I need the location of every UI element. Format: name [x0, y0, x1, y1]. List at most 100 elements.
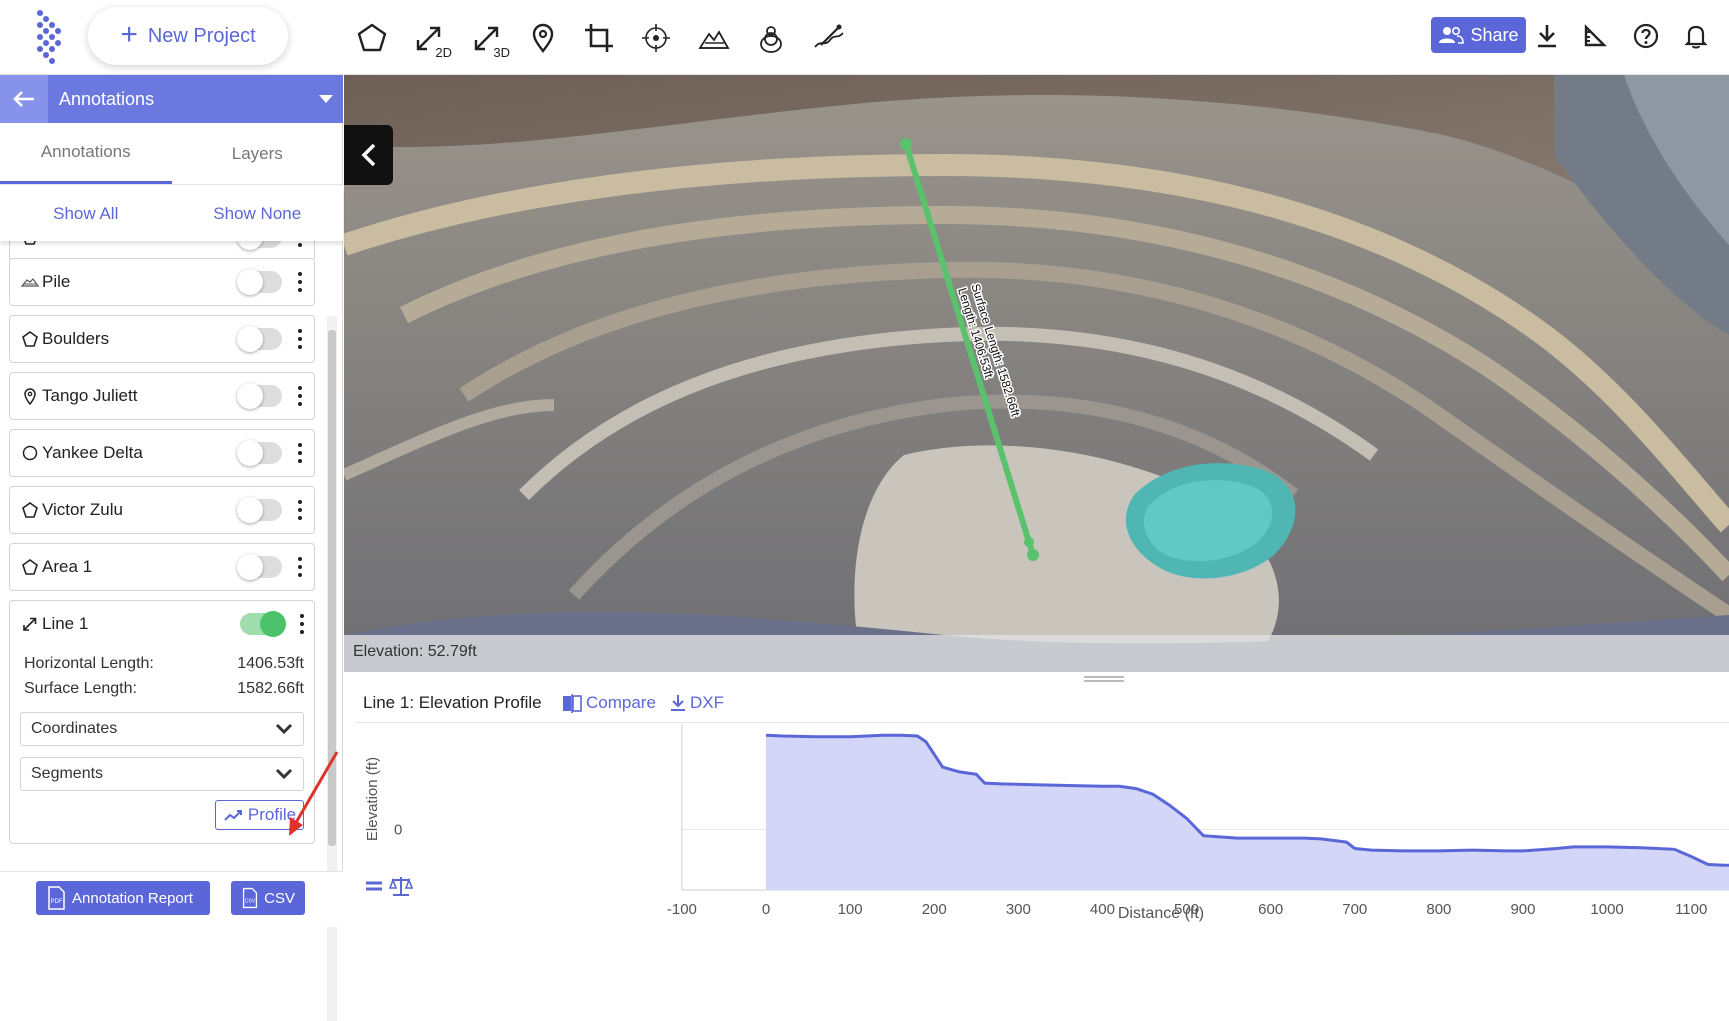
- coordinates-dropdown[interactable]: Coordinates: [20, 712, 304, 746]
- caret-down-icon[interactable]: [319, 95, 333, 103]
- back-button[interactable]: [0, 75, 48, 123]
- tab-annotations[interactable]: Annotations: [0, 123, 172, 184]
- annotation-item-tango-juliett[interactable]: Tango Juliett: [9, 372, 315, 420]
- annotation-name: Line 1: [42, 614, 89, 633]
- pdf-file-icon-label: PDF: [51, 899, 63, 905]
- annotation-name: Victor Zulu: [42, 500, 123, 519]
- location-pin-tool[interactable]: [520, 16, 566, 60]
- polygon-icon: [20, 241, 40, 247]
- surface-length-row: Surface Length: 1582.66ft: [24, 680, 304, 698]
- panel-header: Annotations: [0, 75, 343, 123]
- x-tick-label: -100: [667, 901, 697, 918]
- annotation-name: Boulders: [42, 329, 110, 348]
- more-options-icon[interactable]: [292, 383, 308, 409]
- x-tick-label: 900: [1510, 901, 1535, 918]
- x-tick-label: 700: [1342, 901, 1367, 918]
- volume-tool[interactable]: [691, 16, 737, 60]
- download-icon: [671, 695, 685, 711]
- visibility-toggle[interactable]: [240, 611, 286, 637]
- annotation-item-line-1: Line 1 Horizontal Length: 1406.53ft Surf…: [9, 600, 315, 844]
- notifications-button[interactable]: [1678, 18, 1714, 54]
- annotation-item-victor-zulu[interactable]: Victor Zulu: [9, 486, 315, 534]
- polygon-tool[interactable]: [349, 16, 395, 60]
- profile-line-tool[interactable]: [806, 16, 852, 60]
- pin-icon: [20, 386, 40, 406]
- share-button[interactable]: Share: [1431, 17, 1526, 53]
- more-options-icon[interactable]: [292, 440, 308, 466]
- circle-icon: [20, 443, 40, 463]
- visibility-toggle[interactable]: [237, 440, 282, 466]
- more-options-icon[interactable]: [294, 611, 310, 637]
- stockpile-icon: [760, 26, 782, 53]
- horizontal-length-row: Horizontal Length: 1406.53ft: [24, 655, 304, 673]
- new-project-button[interactable]: + New Project: [88, 7, 288, 65]
- visibility-toggle[interactable]: [237, 326, 282, 352]
- measure-units-button[interactable]: [1577, 18, 1613, 54]
- more-options-icon[interactable]: [292, 269, 308, 295]
- annotation-item-boulders[interactable]: Boulders: [9, 315, 315, 363]
- x-tick-label: 400: [1090, 901, 1115, 918]
- measure-3d-tool[interactable]: 3D: [464, 16, 510, 60]
- show-all-link[interactable]: Show All: [0, 204, 172, 224]
- annotation-item-pile[interactable]: Pile: [9, 258, 315, 306]
- x-tick-label: 1100: [1675, 901, 1707, 918]
- y-axis-label: Elevation (ft): [364, 757, 381, 841]
- x-tick-label: 1000: [1590, 901, 1623, 918]
- visibility-toggle[interactable]: [237, 554, 282, 580]
- more-options-icon[interactable]: [292, 497, 308, 523]
- profile-button[interactable]: Profile: [215, 800, 304, 830]
- dxf-download-button[interactable]: DXF: [670, 693, 724, 713]
- share-label: Share: [1470, 24, 1519, 45]
- panel-tabs: Annotations Layers: [0, 123, 343, 185]
- annotation-name: Yankee Delta: [42, 443, 143, 462]
- annotation-report-label: Annotation Report: [72, 889, 193, 907]
- chevron-left-icon: [361, 143, 375, 167]
- download-button[interactable]: [1529, 18, 1565, 54]
- equals-icon: [366, 881, 382, 891]
- coordinates-label: Coordinates: [31, 720, 118, 737]
- visibility-toggle[interactable]: [237, 241, 282, 250]
- show-none-link[interactable]: Show None: [172, 204, 344, 224]
- dxf-label: DXF: [690, 693, 724, 712]
- compare-button[interactable]: Compare: [562, 693, 656, 713]
- arrow-left-icon: [13, 91, 34, 107]
- annotations-panel: Annotations Annotations Layers Show All …: [0, 75, 344, 1021]
- app-logo[interactable]: [24, 8, 74, 68]
- measure-2d-tool[interactable]: 2D: [406, 16, 452, 60]
- collapse-panel-button[interactable]: [344, 125, 393, 185]
- visibility-toggle[interactable]: [237, 269, 282, 295]
- measure-arrow-icon: [20, 614, 40, 634]
- chart-scale-control[interactable]: [364, 874, 414, 898]
- csv-file-icon: CSV: [242, 887, 258, 909]
- visibility-toggle[interactable]: [237, 383, 282, 409]
- csv-file-icon-label: CSV: [245, 898, 256, 904]
- visibility-toggle[interactable]: [237, 497, 282, 523]
- annotation-item-yankee-delta[interactable]: Yankee Delta: [9, 429, 315, 477]
- new-project-label: New Project: [147, 24, 256, 47]
- map-view[interactable]: Length: 1406.53ft Surface Length: 1582.6…: [344, 75, 1729, 672]
- top-toolbar: + New Project 2D 3D Share: [0, 0, 1729, 75]
- csv-export-button[interactable]: CSV CSV: [231, 881, 305, 915]
- polygon-icon: [20, 500, 40, 520]
- line-header[interactable]: Line 1: [10, 601, 316, 647]
- stockpile-icon: [20, 272, 40, 292]
- resize-handle[interactable]: [1084, 676, 1124, 682]
- more-options-icon[interactable]: [292, 241, 308, 250]
- crop-tool[interactable]: [576, 16, 622, 60]
- compare-label: Compare: [586, 693, 656, 712]
- chevron-down-icon: [275, 768, 293, 780]
- annotation-item-area-1[interactable]: Area 1: [9, 543, 315, 591]
- target-tool[interactable]: [633, 16, 679, 60]
- more-options-icon[interactable]: [292, 326, 308, 352]
- x-tick-label: 300: [1006, 901, 1031, 918]
- stockpile-tool[interactable]: [748, 16, 794, 60]
- annotation-report-button[interactable]: PDF Annotation Report: [36, 881, 210, 915]
- scrollbar-thumb[interactable]: [328, 330, 336, 846]
- more-options-icon[interactable]: [292, 554, 308, 580]
- surface-length-label: Surface Length:: [24, 680, 137, 697]
- segments-dropdown[interactable]: Segments: [20, 757, 304, 791]
- tab-layers[interactable]: Layers: [172, 123, 344, 184]
- volume-icon: [698, 30, 730, 49]
- help-button[interactable]: [1628, 18, 1664, 54]
- target-icon: [642, 24, 670, 52]
